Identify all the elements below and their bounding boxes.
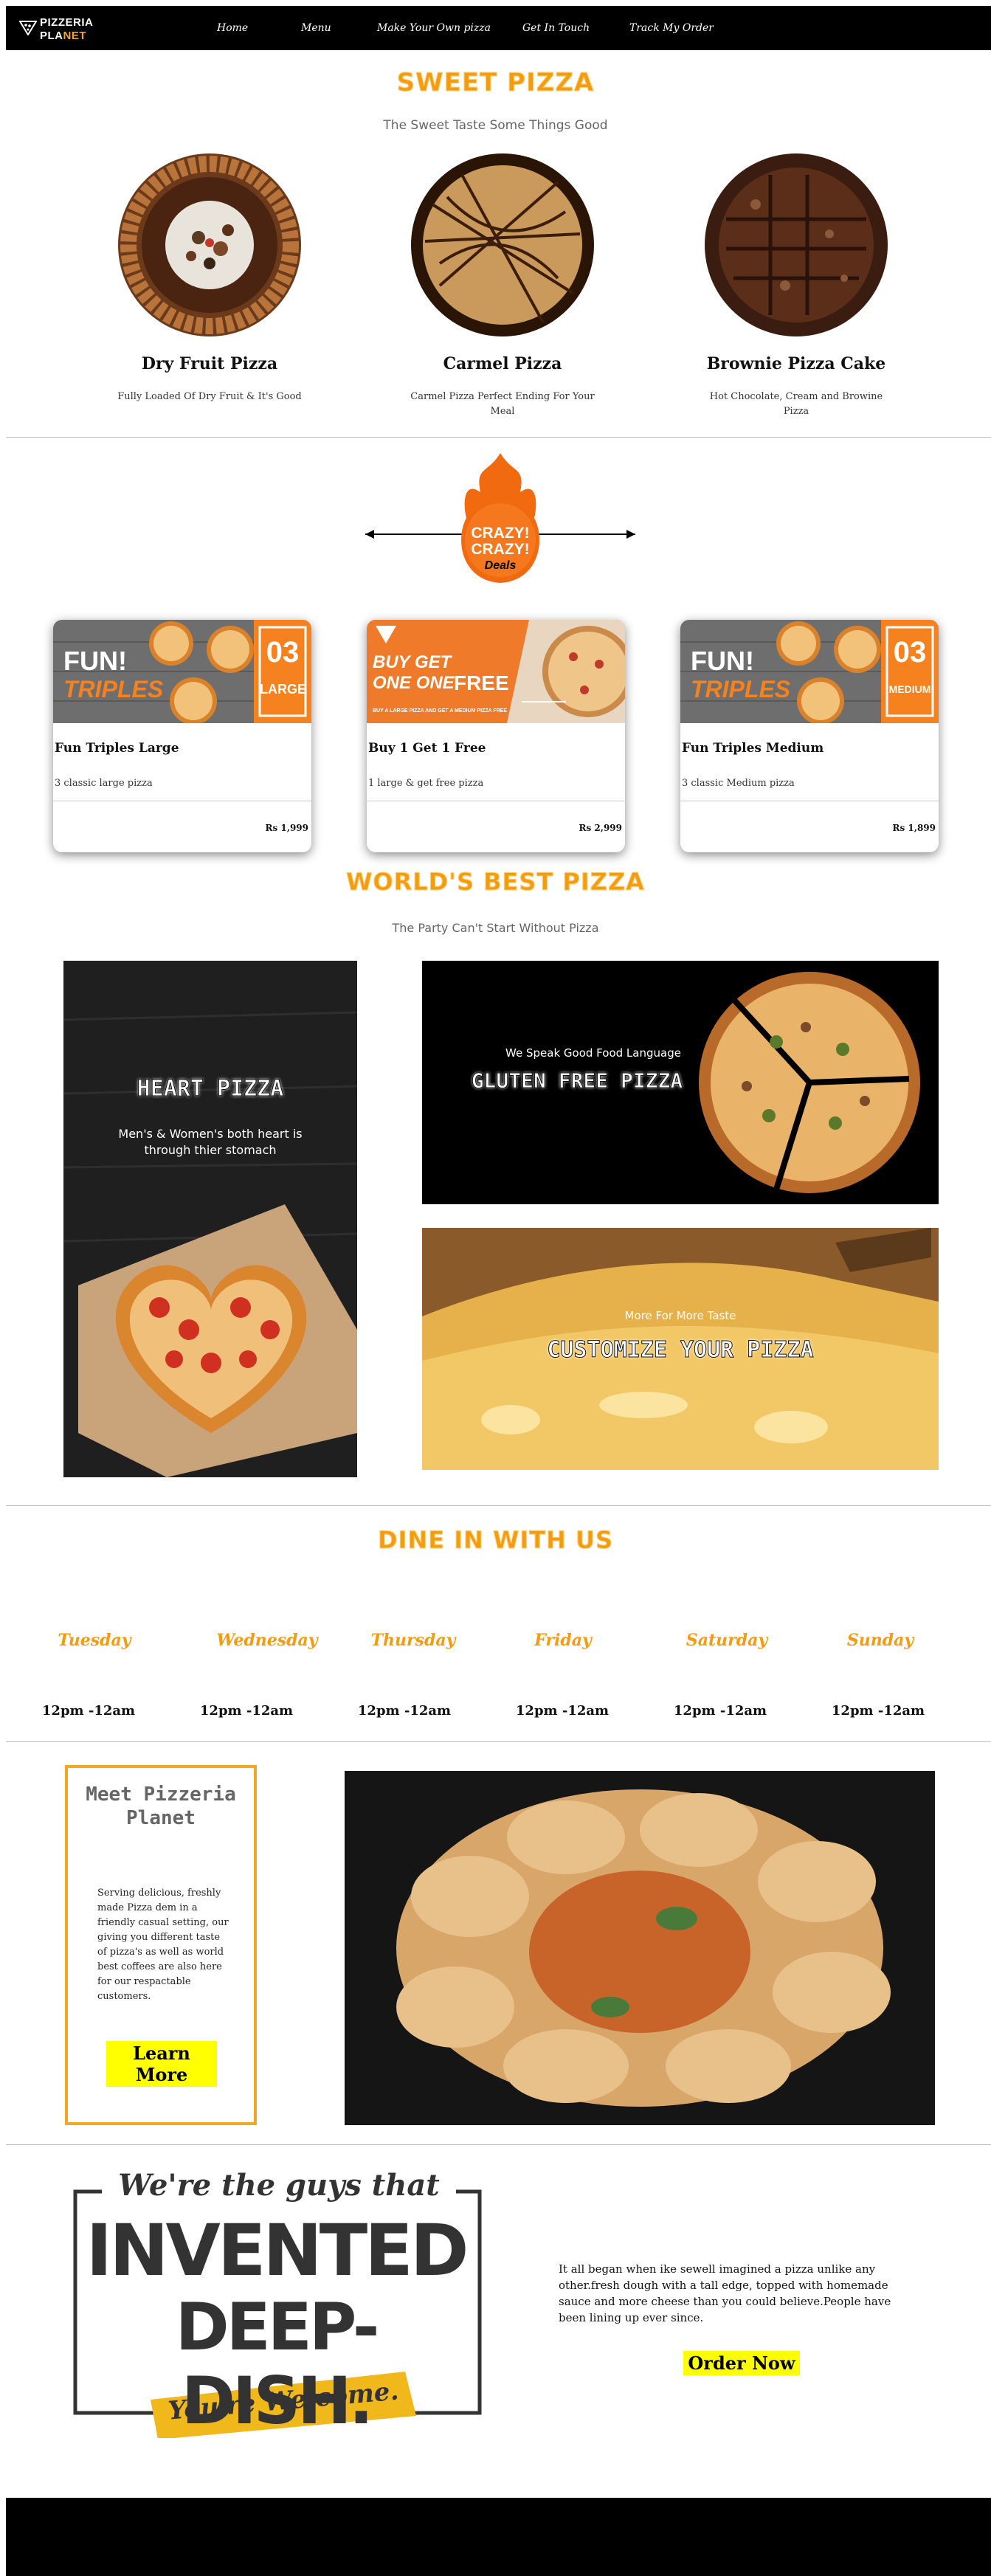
- nav-link-home[interactable]: Home: [217, 22, 248, 34]
- banner-buy-get-text: BUY GET: [373, 652, 452, 672]
- deal-title: Fun Triples Medium: [682, 741, 824, 756]
- customize-pizza-banner[interactable]: More For More Taste CUSTOMIZE YOUR PIZZA: [422, 1228, 939, 1470]
- logo-text-line2: PLANET: [40, 30, 86, 42]
- logo-text-net: NET: [63, 30, 86, 42]
- sweet-pizza-subtitle: The Sweet Taste Some Things Good: [383, 118, 608, 133]
- top-nav-bar: PIZZERIA PLANET Home Menu Make Your Own …: [6, 6, 991, 50]
- deal-desc: 3 classic Medium pizza: [682, 778, 795, 789]
- order-now-wrap: Order Now: [664, 2351, 819, 2375]
- deal-desc: 3 classic large pizza: [55, 778, 153, 789]
- page-footer: [6, 2498, 991, 2576]
- pizza-title-dry-fruit: Dry Fruit Pizza: [141, 354, 278, 373]
- day-sunday: Sunday: [846, 1631, 914, 1650]
- section-divider: [6, 1741, 991, 1742]
- day-friday: Friday: [534, 1631, 592, 1650]
- hours-saturday: 12pm -12am: [673, 1703, 767, 1719]
- hours-friday: 12pm -12am: [515, 1703, 610, 1719]
- deal-title: Fun Triples Large: [55, 741, 179, 756]
- pizza-slice-icon: [19, 21, 37, 35]
- gluten-free-subtitle: We Speak Good Food Language: [505, 1046, 681, 1060]
- heart-pizza-subtitle: Men's & Women's both heart is through th…: [118, 1127, 303, 1157]
- learn-more-button[interactable]: Learn More: [106, 2041, 217, 2087]
- pizza-title-brownie: Brownie Pizza Cake: [706, 354, 886, 373]
- meet-title: Meet Pizzeria Planet: [86, 1783, 236, 1829]
- gluten-free-title: GLUTEN FREE PIZZA: [471, 1068, 683, 1094]
- banner-size: MEDIUM: [888, 683, 931, 695]
- banner-triples-text: TRIPLES: [691, 676, 791, 702]
- banner-one-one-text: ONE ONE: [373, 673, 455, 693]
- nav-link-menu[interactable]: Menu: [301, 22, 331, 34]
- heart-pizza-image: [63, 961, 357, 1477]
- heart-pizza-banner[interactable]: HEART PIZZA Men's & Women's both heart i…: [63, 961, 357, 1477]
- nav-link-track-order[interactable]: Track My Order: [629, 22, 714, 34]
- hours-sunday: 12pm -12am: [831, 1703, 925, 1719]
- pizza-desc-dry-fruit: Fully Loaded Of Dry Fruit & It's Good: [117, 391, 302, 402]
- banner-number: 03: [893, 636, 927, 669]
- heart-pizza-title: HEART PIZZA: [137, 1076, 284, 1102]
- worlds-best-heading: WORLD'S BEST PIZZA: [346, 868, 645, 897]
- banner-triples-text: TRIPLES: [63, 676, 164, 702]
- order-now-button[interactable]: Order Now: [683, 2351, 800, 2375]
- worlds-best-subtitle: The Party Can't Start Without Pizza: [392, 921, 599, 935]
- nav-link-make-your-own[interactable]: Make Your Own pizza: [377, 22, 491, 34]
- deal-title: Buy 1 Get 1 Free: [368, 741, 486, 756]
- deal-price: Rs 1,999: [265, 823, 308, 833]
- deep-dish-line1: We're the guys that: [102, 2168, 456, 2203]
- crazy-line1: CRAZY!: [471, 525, 530, 542]
- section-divider: [6, 437, 991, 438]
- pizza-desc-brownie: Hot Chocolate, Cream and Browine Pizza: [709, 391, 883, 417]
- banner-fun-text: FUN!: [691, 646, 754, 676]
- site-logo[interactable]: PIZZERIA PLANET: [19, 15, 108, 43]
- banner-free-text: FREE: [454, 671, 509, 694]
- deal-card-fun-triples-large[interactable]: FUN! TRIPLES 03 LARGE Fun Triples Large …: [53, 620, 311, 852]
- brownie-pizza-image: [705, 153, 888, 336]
- learn-more-wrap: Learn More: [106, 2041, 217, 2087]
- gluten-free-banner[interactable]: We Speak Good Food Language GLUTEN FREE …: [422, 961, 939, 1204]
- nav-link-get-in-touch[interactable]: Get In Touch: [522, 22, 590, 34]
- day-saturday: Saturday: [686, 1631, 768, 1650]
- dry-fruit-pizza-image: [118, 153, 301, 336]
- sweet-pizza-heading: SWEET PIZZA: [396, 68, 595, 98]
- carmel-pizza-image: [411, 153, 594, 336]
- deal-card-buy1get1[interactable]: BUY GET ONE ONE FREE BUY A LARGE PIZZA A…: [367, 620, 625, 852]
- customize-pizza-title: CUSTOMIZE YOUR PIZZA: [547, 1337, 814, 1364]
- stuffed-crust-pizza-image: [345, 1771, 935, 2125]
- customize-pizza-subtitle: More For More Taste: [624, 1309, 736, 1322]
- day-wednesday: Wednesday: [216, 1631, 318, 1650]
- meet-text: Serving delicious, freshly made Pizza de…: [97, 1888, 229, 2002]
- crazy-deals-word: Deals: [484, 559, 517, 572]
- section-divider: [6, 1505, 991, 1506]
- banner-number: 03: [266, 636, 300, 669]
- pizza-title-carmel: Carmel Pizza: [443, 354, 562, 373]
- logo-text-line1: PIZZERIA: [40, 16, 94, 29]
- crazy-line2: CRAZY!: [471, 541, 530, 558]
- deal-price: Rs 2,999: [579, 823, 622, 833]
- pizza-desc-carmel: Carmel Pizza Perfect Ending For Your Mea…: [410, 391, 595, 417]
- invented-deep-dish-graphic: We're the guys that INVENTED DEEP-DISH. …: [69, 2165, 483, 2438]
- deal-desc: 1 large & get free pizza: [368, 778, 484, 789]
- meet-pizzeria-box: Meet Pizzeria Planet Serving delicious, …: [65, 1765, 257, 2125]
- hours-wednesday: 12pm -12am: [199, 1703, 294, 1719]
- banner-fun-text: FUN!: [63, 646, 127, 676]
- deal-card-fun-triples-medium[interactable]: FUN! TRIPLES 03 MEDIUM Fun Triples Mediu…: [680, 620, 939, 852]
- day-thursday: Thursday: [370, 1631, 456, 1650]
- banner-small-print: BUY A LARGE PIZZA AND GET A MEDIUM PIZZA…: [373, 708, 507, 714]
- dine-in-heading: DINE IN WITH US: [377, 1526, 614, 1555]
- deep-dish-line2: INVENTED: [86, 2209, 469, 2292]
- section-divider: [6, 2144, 991, 2145]
- banner-size: LARGE: [260, 682, 306, 697]
- day-tuesday: Tuesday: [58, 1631, 131, 1650]
- hours-tuesday: 12pm -12am: [41, 1703, 136, 1719]
- deal-price: Rs 1,899: [892, 823, 936, 833]
- deep-dish-text: It all began when ike sewell imagined a …: [559, 2262, 891, 2324]
- logo-text-pla: PLA: [40, 30, 63, 42]
- gluten-free-pizza-image: [699, 972, 920, 1193]
- crazy-deals-text: CRAZY! CRAZY! Deals: [455, 525, 546, 574]
- hours-thursday: 12pm -12am: [357, 1703, 452, 1719]
